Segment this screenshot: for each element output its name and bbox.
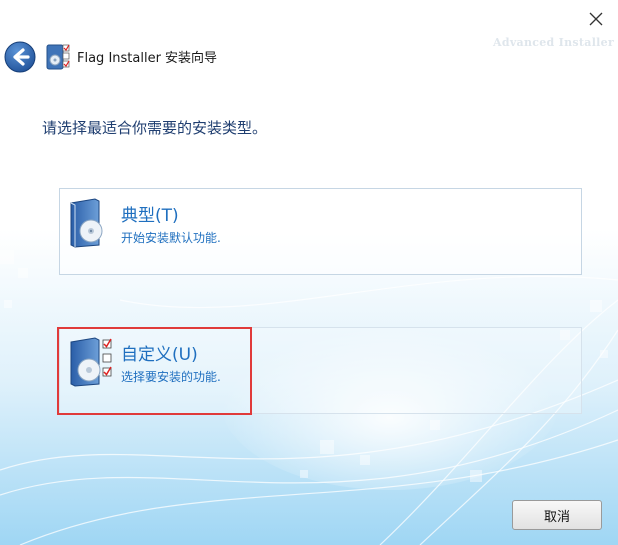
option-custom-title: 自定义(U) <box>121 345 198 365</box>
back-arrow-icon <box>4 41 36 73</box>
cd-box-icon <box>70 198 103 248</box>
window-title: Flag Installer 安装向导 <box>77 51 218 66</box>
option-typical[interactable]: 典型(T) 开始安装默认功能. <box>59 188 582 275</box>
back-button[interactable] <box>4 41 36 73</box>
option-custom[interactable]: 自定义(U) 选择要安装的功能. <box>59 327 582 414</box>
cd-box-checklist-icon <box>70 337 112 387</box>
app-installer-icon <box>45 42 71 72</box>
option-typical-description: 开始安装默认功能. <box>121 231 221 245</box>
page-prompt: 请选择最适合你需要的安装类型。 <box>42 119 268 137</box>
cancel-button[interactable]: 取消 <box>512 500 602 530</box>
brand-watermark: Advanced Installer <box>493 36 615 49</box>
close-button[interactable] <box>582 6 610 32</box>
option-custom-description: 选择要安装的功能. <box>121 370 221 384</box>
option-typical-title: 典型(T) <box>121 206 179 226</box>
close-icon <box>589 12 603 26</box>
